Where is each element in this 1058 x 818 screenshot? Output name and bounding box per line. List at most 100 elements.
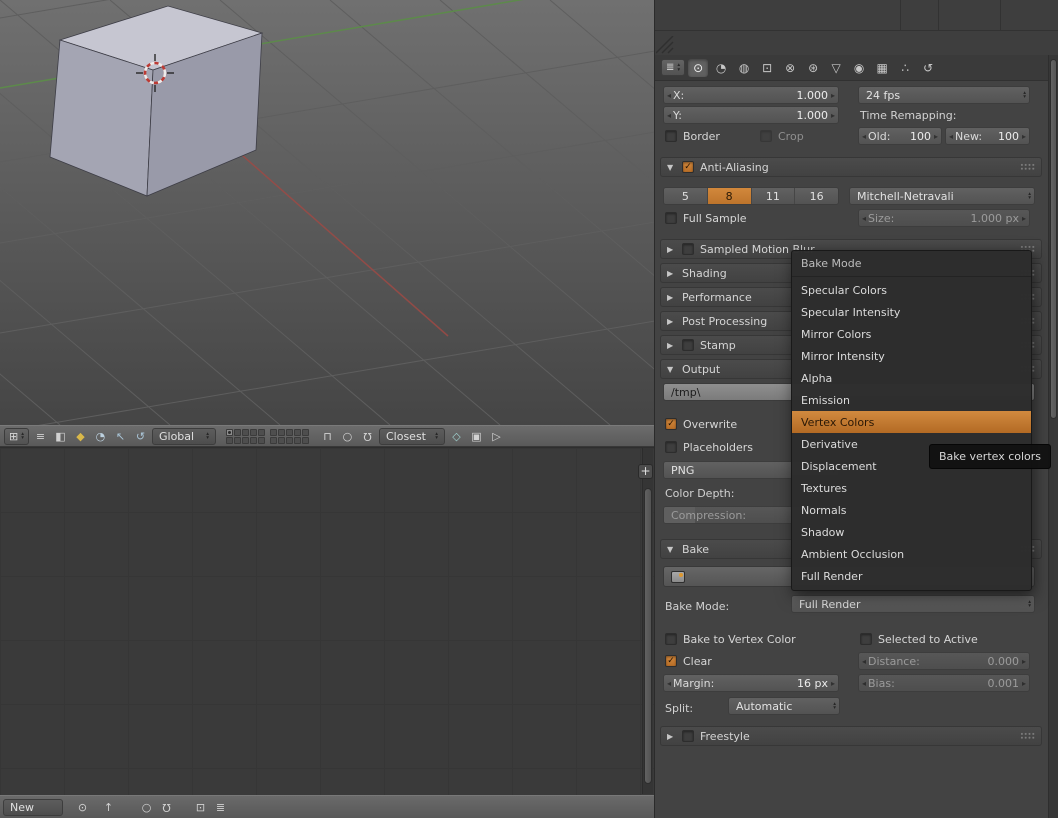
- pivot-icon[interactable]: ⊡: [192, 799, 209, 816]
- aa-samples-5[interactable]: 5: [664, 188, 708, 204]
- render-tab-icon[interactable]: ⊙: [688, 58, 709, 77]
- pin-icon[interactable]: ⊙: [74, 799, 91, 816]
- increment-arrow-icon[interactable]: ▸: [1022, 679, 1026, 688]
- bake-to-vertex-color-checkbox[interactable]: Bake to Vertex Color: [665, 631, 796, 647]
- clear-checkbox[interactable]: ✓ Clear: [665, 653, 712, 669]
- expand-arrow-icon[interactable]: ▶: [667, 245, 676, 254]
- world-tab-icon[interactable]: ◍: [734, 59, 754, 77]
- increment-arrow-icon[interactable]: ▸: [831, 91, 835, 100]
- decrement-arrow-icon[interactable]: ◂: [862, 679, 866, 688]
- menu-item-ambient-occlusion[interactable]: Ambient Occlusion: [792, 543, 1031, 565]
- expand-arrow-icon[interactable]: ▼: [667, 365, 676, 374]
- panel-checkbox[interactable]: [682, 730, 694, 742]
- panel-grip-icon[interactable]: [1020, 163, 1035, 171]
- transform-orientation-select[interactable]: Global ▴ ▾: [151, 427, 216, 445]
- image-datablock-select[interactable]: New: [3, 798, 63, 816]
- editor-type-button[interactable]: ≣ ▴ ▾: [661, 59, 686, 76]
- menu-item-emission[interactable]: Emission: [792, 389, 1031, 411]
- border-checkbox[interactable]: Border: [665, 128, 720, 144]
- layers-widget[interactable]: [225, 428, 309, 444]
- object-mode-icon[interactable]: ◆: [72, 428, 89, 445]
- decrement-arrow-icon[interactable]: ◂: [862, 214, 866, 223]
- aa-samples-8[interactable]: 8: [707, 188, 752, 204]
- snap-magnet-icon[interactable]: Ω: [158, 799, 175, 816]
- render-opengl-anim-icon[interactable]: ▷: [488, 428, 505, 445]
- menus-collapse-icon[interactable]: ≡: [32, 428, 49, 445]
- up-arrow-icon[interactable]: ↑: [100, 799, 117, 816]
- panel-header-anti-aliasing[interactable]: ▼ ✓ Anti-Aliasing: [660, 157, 1042, 177]
- snap-element-icon[interactable]: ◇: [448, 428, 465, 445]
- region-expand-button[interactable]: +: [638, 464, 653, 479]
- panel-grip-icon[interactable]: [1020, 732, 1035, 740]
- render-opengl-icon[interactable]: ▣: [468, 428, 485, 445]
- viewport-canvas[interactable]: [0, 0, 655, 425]
- 3d-viewport[interactable]: [0, 0, 655, 425]
- decrement-arrow-icon[interactable]: ◂: [667, 91, 671, 100]
- decrement-arrow-icon[interactable]: ◂: [862, 657, 866, 666]
- expand-arrow-icon[interactable]: ▼: [667, 545, 676, 554]
- decrement-arrow-icon[interactable]: ◂: [862, 132, 866, 141]
- expand-arrow-icon[interactable]: ▶: [667, 269, 676, 278]
- panel-header-freestyle[interactable]: ▶ Freestyle: [660, 726, 1042, 746]
- menu-item-full-render[interactable]: Full Render: [792, 565, 1031, 587]
- layer-1[interactable]: [225, 428, 233, 436]
- panel-checkbox[interactable]: ✓: [682, 161, 694, 173]
- checkbox-box[interactable]: ✓: [665, 418, 677, 430]
- expand-arrow-icon[interactable]: ▶: [667, 341, 676, 350]
- time-old-field[interactable]: ◂ Old: 100 ▸: [858, 127, 942, 145]
- manipulator-translate-icon[interactable]: ↖: [112, 428, 129, 445]
- scrollbar-thumb[interactable]: [644, 488, 652, 784]
- viewport-shading-icon[interactable]: ◔: [92, 428, 109, 445]
- expand-arrow-icon[interactable]: ▼: [667, 163, 676, 172]
- physics-tab-icon[interactable]: ↺: [918, 59, 938, 77]
- bake-mode-select[interactable]: Full Render ▴ ▾: [791, 595, 1035, 613]
- snap-magnet-icon[interactable]: Ω: [359, 428, 376, 445]
- decrement-arrow-icon[interactable]: ◂: [949, 132, 953, 141]
- split-select[interactable]: Automatic ▴ ▾: [728, 697, 840, 715]
- object-data-tab-icon[interactable]: ▽: [826, 59, 846, 77]
- expand-arrow-icon[interactable]: ▶: [667, 317, 676, 326]
- object-tab-icon[interactable]: ⊡: [757, 59, 777, 77]
- manipulator-rotate-icon[interactable]: ↺: [132, 428, 149, 445]
- aa-samples-16[interactable]: 16: [795, 188, 838, 204]
- aa-filter-select[interactable]: Mitchell-Netravali ▴ ▾: [849, 187, 1035, 205]
- bake-distance-field[interactable]: ◂ Distance: 0.000 ▸: [858, 652, 1030, 670]
- texture-tab-icon[interactable]: ▦: [872, 59, 892, 77]
- increment-arrow-icon[interactable]: ▸: [831, 111, 835, 120]
- bake-bias-field[interactable]: ◂ Bias: 0.001 ▸: [858, 674, 1030, 692]
- increment-arrow-icon[interactable]: ▸: [831, 679, 835, 688]
- panel-checkbox[interactable]: [682, 339, 694, 351]
- particles-tab-icon[interactable]: ∴: [895, 59, 915, 77]
- bake-margin-field[interactable]: ◂ Margin: 16 px ▸: [663, 674, 839, 692]
- editor-type-button[interactable]: ⊞ ▴ ▾: [4, 427, 29, 445]
- decrement-arrow-icon[interactable]: ◂: [667, 679, 671, 688]
- frame-rate-select[interactable]: 24 fps ▴ ▾: [858, 86, 1030, 104]
- menu-item-mirror-colors[interactable]: Mirror Colors: [792, 323, 1031, 345]
- sync-select-icon[interactable]: ≣: [212, 799, 229, 816]
- modifiers-tab-icon[interactable]: ⊛: [803, 59, 823, 77]
- mode-icon[interactable]: ◧: [52, 428, 69, 445]
- menu-item-alpha[interactable]: Alpha: [792, 367, 1031, 389]
- checkbox-box[interactable]: ✓: [665, 655, 677, 667]
- menu-item-shadow[interactable]: Shadow: [792, 521, 1031, 543]
- panel-checkbox[interactable]: [682, 243, 694, 255]
- menu-item-specular-colors[interactable]: Specular Colors: [792, 279, 1031, 301]
- filter-size-field[interactable]: ◂ Size: 1.000 px ▸: [858, 209, 1030, 227]
- aspect-x-field[interactable]: ◂ X: 1.000 ▸: [663, 86, 839, 104]
- expand-arrow-icon[interactable]: ▶: [667, 293, 676, 302]
- menu-item-textures[interactable]: Textures: [792, 477, 1031, 499]
- material-tab-icon[interactable]: ◉: [849, 59, 869, 77]
- checkbox-box[interactable]: [665, 633, 677, 645]
- menu-item-mirror-intensity[interactable]: Mirror Intensity: [792, 345, 1031, 367]
- checkbox-box[interactable]: [665, 212, 677, 224]
- outliner-bottom-region[interactable]: [655, 0, 1058, 55]
- checkbox-box[interactable]: [665, 130, 677, 142]
- region-corner-grip-icon[interactable]: [656, 36, 674, 54]
- increment-arrow-icon[interactable]: ▸: [1022, 657, 1026, 666]
- expand-arrow-icon[interactable]: ▶: [667, 732, 676, 741]
- placeholders-checkbox[interactable]: Placeholders: [665, 439, 753, 455]
- checkbox-box[interactable]: [665, 441, 677, 453]
- full-sample-checkbox[interactable]: Full Sample: [665, 210, 747, 226]
- constraints-tab-icon[interactable]: ⊗: [780, 59, 800, 77]
- properties-scrollbar[interactable]: [1048, 55, 1058, 818]
